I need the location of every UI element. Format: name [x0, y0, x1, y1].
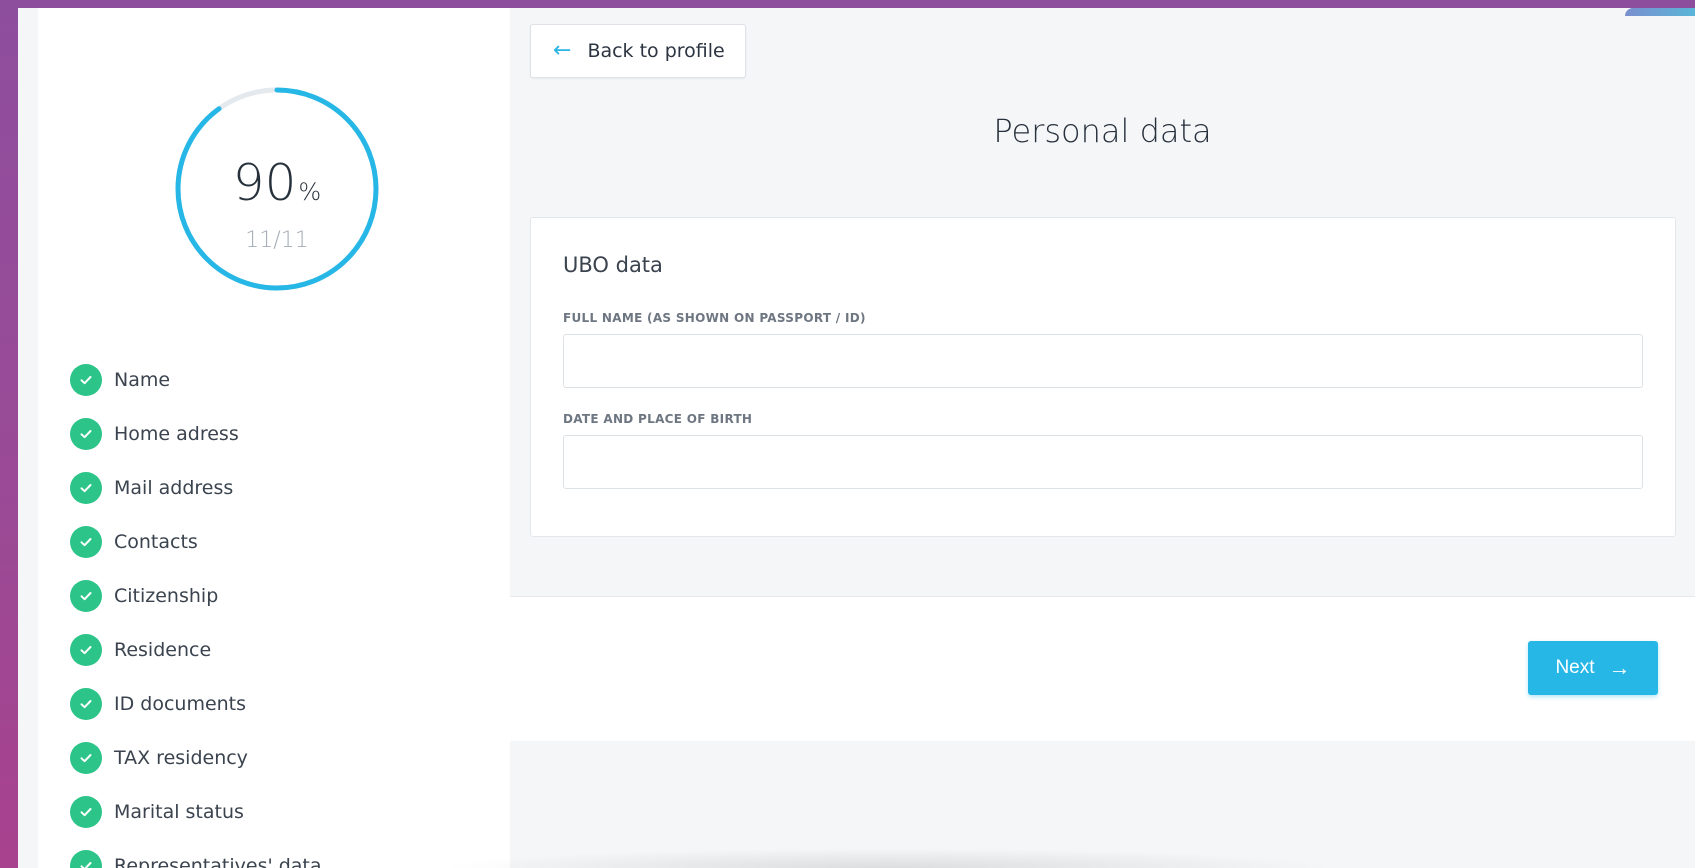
- page-title: Personal data: [993, 112, 1212, 150]
- back-to-profile-label: Back to profile: [587, 40, 725, 62]
- step-label: TAX residency: [114, 747, 248, 769]
- app-frame: 90% 11/11 Name Home adress Mail address …: [18, 8, 1695, 868]
- step-item-contacts[interactable]: Contacts: [70, 515, 322, 569]
- check-icon: [70, 742, 102, 774]
- next-label: Next: [1555, 657, 1595, 678]
- full-name-input[interactable]: [563, 334, 1643, 388]
- check-icon: [70, 850, 102, 868]
- step-label: Representatives' data: [114, 855, 322, 868]
- arrow-right-icon: →: [1608, 655, 1631, 680]
- step-label: Citizenship: [114, 585, 219, 607]
- progress-percent-sign: %: [298, 178, 322, 206]
- step-item-mail-address[interactable]: Mail address: [70, 461, 322, 515]
- check-icon: [70, 796, 102, 828]
- date-place-of-birth-label: DATE AND PLACE OF BIRTH: [563, 412, 753, 426]
- progress-value: 90%: [164, 158, 390, 208]
- progress-step-count: 11/11: [245, 228, 309, 253]
- step-item-residence[interactable]: Residence: [70, 623, 322, 677]
- frame-accent: [1625, 8, 1695, 16]
- step-item-citizenship[interactable]: Citizenship: [70, 569, 322, 623]
- progress-sidebar: 90% 11/11 Name Home adress Mail address …: [38, 8, 510, 868]
- arrow-left-icon: ←: [553, 38, 572, 63]
- check-icon: [70, 526, 102, 558]
- check-icon: [70, 364, 102, 396]
- step-label: Name: [114, 369, 171, 391]
- step-label: ID documents: [114, 693, 247, 715]
- check-icon: [70, 688, 102, 720]
- ubo-data-card: UBO data FULL NAME (AS SHOWN ON PASSPORT…: [530, 217, 1676, 537]
- step-label: Mail address: [114, 477, 234, 499]
- bottom-shadow: [438, 848, 1338, 868]
- check-icon: [70, 580, 102, 612]
- progress-percent-number: 90: [232, 154, 297, 212]
- check-icon: [70, 418, 102, 450]
- step-item-marital-status[interactable]: Marital status: [70, 785, 322, 839]
- step-label: Home adress: [114, 423, 239, 445]
- date-place-of-birth-input[interactable]: [563, 435, 1643, 489]
- next-button[interactable]: Next →: [1528, 641, 1658, 695]
- step-label: Residence: [114, 639, 212, 661]
- step-item-tax-residency[interactable]: TAX residency: [70, 731, 322, 785]
- step-item-name[interactable]: Name: [70, 353, 322, 407]
- section-title: UBO data: [563, 253, 663, 277]
- step-item-representatives-data[interactable]: Representatives' data: [70, 839, 322, 868]
- form-footer: Next →: [510, 596, 1695, 741]
- step-label: Contacts: [114, 531, 198, 553]
- progress-ring: 90% 11/11: [164, 76, 390, 302]
- back-to-profile-button[interactable]: ← Back to profile: [530, 24, 746, 78]
- step-label: Marital status: [114, 801, 244, 823]
- step-item-id-documents[interactable]: ID documents: [70, 677, 322, 731]
- step-item-home-adress[interactable]: Home adress: [70, 407, 322, 461]
- step-list: Name Home adress Mail address Contacts C…: [70, 353, 322, 868]
- check-icon: [70, 634, 102, 666]
- full-name-label: FULL NAME (AS SHOWN ON PASSPORT / ID): [563, 311, 866, 325]
- check-icon: [70, 472, 102, 504]
